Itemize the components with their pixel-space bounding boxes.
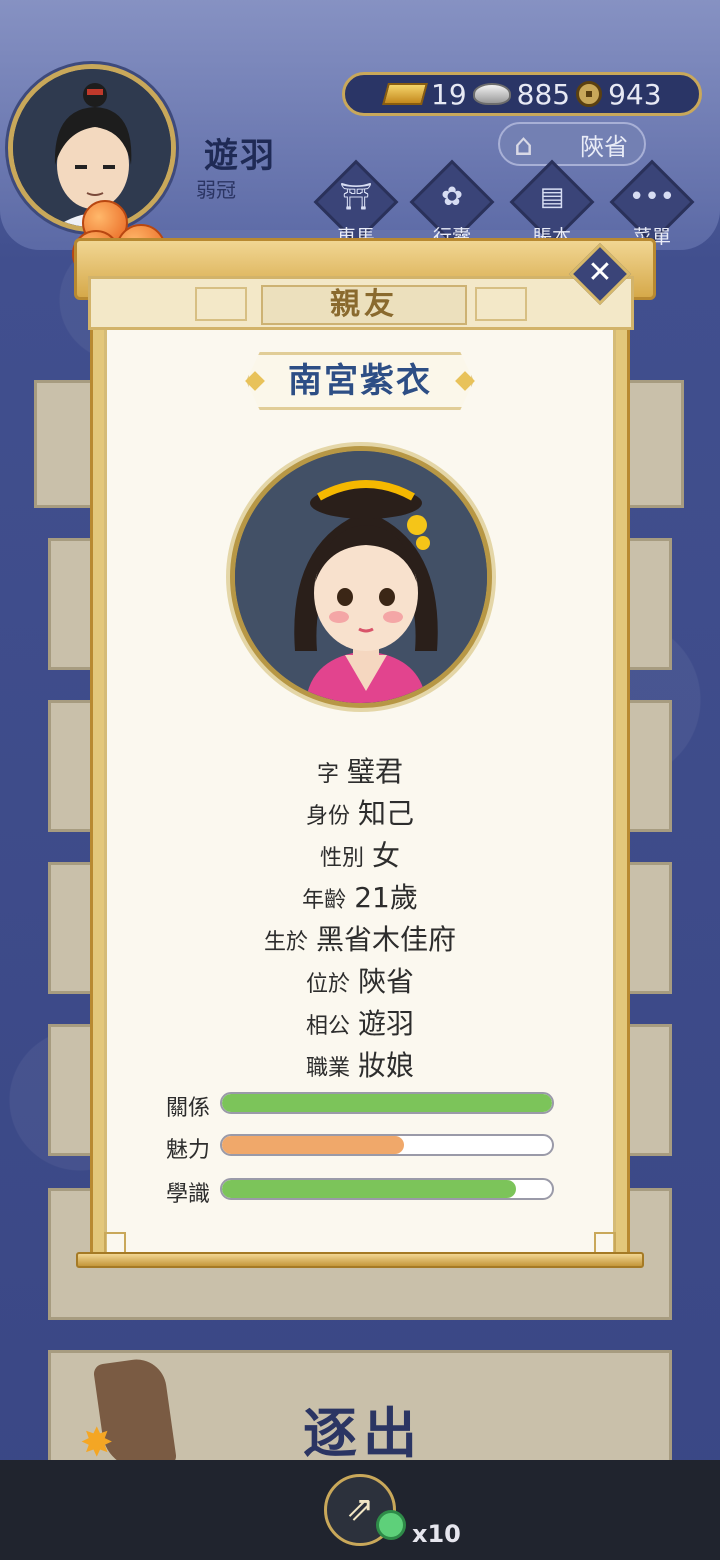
share-count: x10 [412,1520,461,1548]
info-row-courtesy-name: 字璧君 [104,750,616,790]
info-key: 身份 [305,804,350,829]
modal-bottom-rail [76,1252,644,1268]
copper-coin-icon [576,81,603,107]
info-row-husband: 相公 遊羽 [104,1002,616,1042]
silver-ingot-icon [472,83,511,105]
player-title: 弱冠 [196,178,236,202]
menu-icon: ••• [628,182,675,212]
stat-label: 魅力 [166,1138,211,1163]
iron-icon: ⌂ [514,128,534,163]
location-button[interactable]: ⌂ 陝省 [498,122,646,166]
info-value: 妝娘 [358,1049,415,1082]
coin-count: 943 [608,77,662,111]
info-key: 位於 [305,972,350,997]
stat-track [220,1134,554,1156]
info-key: 相公 [305,1014,350,1039]
info-row-gender: 性別女 [104,834,616,874]
info-value: 遊羽 [358,1007,415,1040]
stat-fill [222,1094,552,1112]
info-value: 黑省木佳府 [316,923,457,956]
info-key: 職業 [305,1056,350,1081]
info-row-identity: 身份 知己 [104,792,616,832]
stat-relationship: 關係 [160,1090,560,1121]
info-row-birthplace: 生於 黑省木佳府 [104,918,616,958]
corner-ornament [104,1232,126,1254]
player-name: 遊羽 [204,136,276,176]
info-key: 性別 [319,846,364,871]
info-key: 生於 [263,930,308,955]
stat-track [220,1178,554,1200]
info-row-occupation: 職業 妝娘 [104,1044,616,1084]
jade-token-icon [376,1510,406,1540]
close-icon[interactable]: ✕ [578,252,622,296]
info-key: 年齡 [302,888,347,913]
location-label: 陝省 [580,132,628,161]
friend-name: 南宮紫衣 [288,361,432,401]
currency-bar: 19 885 943 [342,72,702,116]
stat-label: 學識 [166,1182,211,1207]
info-value: 女 [372,839,401,872]
ledger-icon: ▤ [539,182,565,212]
gold-ingot-icon [382,83,428,105]
info-value: 知己 [358,797,415,830]
stat-fill [222,1136,404,1154]
stat-track [220,1092,554,1114]
modal-header: 親友 [88,276,634,330]
gold-count: 19 [431,77,467,111]
info-key: 字 [316,762,339,787]
share-icon: ⇗ [345,1489,375,1529]
corner-ornament [594,1232,616,1254]
info-value: 陝省 [358,965,415,998]
info-row-age: 年齡 21歲 [104,876,616,916]
stat-label: 關係 [166,1096,211,1121]
info-row-location: 位於 陝省 [104,960,616,1000]
silver-count: 885 [516,77,571,111]
stat-knowledge: 學識 [160,1176,560,1207]
info-value: 璧君 [347,755,404,788]
bag-icon: ✿ [441,182,463,212]
info-value: 21歲 [354,881,418,914]
carriage-icon: ⛩ [339,182,373,212]
modal-title: 親友 [261,285,467,325]
stat-charm: 魅力 [160,1132,560,1163]
stat-fill [222,1180,516,1198]
friend-portrait-icon [235,451,487,703]
friend-portrait [230,446,492,708]
